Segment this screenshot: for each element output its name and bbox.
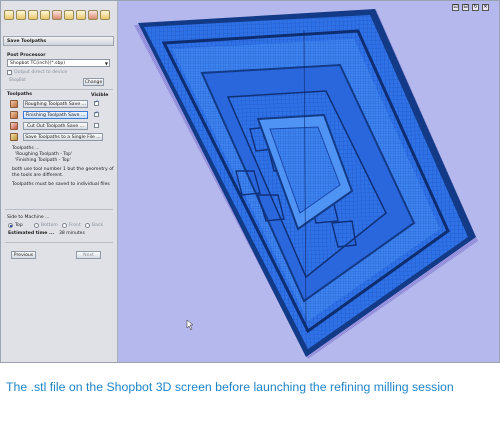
toolpath-panel: Save Toolpaths Post Processor Shopbot TC… — [1, 1, 118, 362]
divider — [5, 209, 113, 210]
side-front-label: Front — [69, 223, 81, 228]
3d-view[interactable]: ⊡ ⊟ ↻ ✕ — [118, 1, 499, 362]
finishing-visible-checkbox[interactable] — [94, 111, 99, 117]
note-line-3: 'Finishing Toolpath - Top' — [15, 158, 71, 163]
side-bottom-label: Bottom — [41, 223, 58, 228]
toolbar-drill-icon[interactable] — [76, 10, 86, 20]
note-line-2: 'Roughing Toolpath - Top' — [15, 152, 73, 157]
application-window: Save Toolpaths Post Processor Shopbot TC… — [0, 0, 500, 363]
toolbar-pocket-icon[interactable] — [52, 10, 62, 20]
side-to-machine-label: Side to Machine ... — [7, 215, 50, 220]
toolbar-layers-icon[interactable] — [28, 10, 38, 20]
side-back-label: Back — [92, 223, 104, 228]
roughing-toolpath-save-button[interactable]: Roughing Toolpath Save ... — [23, 100, 88, 108]
side-front-radio[interactable] — [62, 223, 67, 228]
previous-button[interactable]: Previous — [11, 251, 36, 259]
output-direct-checkbox[interactable] — [7, 70, 12, 75]
next-button[interactable]: Next — [76, 251, 101, 259]
save-all-icon — [10, 133, 18, 141]
view-close-icon[interactable]: ✕ — [482, 4, 489, 11]
toolpaths-heading: Toolpaths — [7, 92, 32, 97]
save-single-file-button[interactable]: Save Toolpaths to a Single File ... — [23, 133, 103, 141]
view-rotate-icon[interactable]: ↻ — [472, 4, 479, 11]
view-split-icon[interactable]: ⊟ — [462, 4, 469, 11]
toolbar-3d-icon[interactable] — [100, 10, 110, 20]
toolbar-preview-icon[interactable] — [16, 10, 26, 20]
post-processor-select[interactable]: Shopbot TC(inch)(*.sbp) ▼ — [7, 59, 110, 67]
toolbar-toolpath-icon[interactable] — [40, 10, 50, 20]
note-line-6: Toolpaths must be saved to individual fi… — [12, 182, 110, 187]
view-fit-icon[interactable]: ⊡ — [452, 4, 459, 11]
side-top-radio[interactable] — [8, 223, 13, 228]
note-line-4: both use tool number 1 but the geometry … — [12, 167, 114, 172]
note-line-1: Toolpaths ... — [12, 146, 40, 151]
roughing-toolpath-icon — [10, 100, 18, 108]
side-bottom-radio[interactable] — [34, 223, 39, 228]
stl-model-render — [134, 9, 478, 359]
finishing-toolpath-save-button[interactable]: Finishing Toolpath Save ... — [23, 111, 88, 119]
divider — [5, 242, 113, 243]
output-direct-label: Output direct to device — [14, 70, 68, 75]
toolbar-save-icon[interactable] — [4, 10, 14, 20]
visible-heading: Visible — [91, 93, 109, 98]
toolbar-profile-icon[interactable] — [64, 10, 74, 20]
roughing-visible-checkbox[interactable] — [94, 100, 99, 106]
finishing-toolpath-icon — [10, 111, 18, 119]
side-back-radio[interactable] — [85, 223, 90, 228]
cutout-toolpath-save-button[interactable]: Cut Out Toolpath Save ... — [23, 122, 88, 130]
chevron-down-icon: ▼ — [104, 61, 108, 66]
image-caption: The .stl file on the Shopbot 3D screen b… — [6, 380, 454, 394]
cutout-toolpath-icon — [10, 122, 18, 130]
cutout-visible-checkbox[interactable] — [94, 123, 99, 128]
panel-header: Save Toolpaths — [3, 36, 114, 46]
divider — [5, 89, 113, 90]
estimated-time-value: 38 minutes — [59, 231, 85, 236]
post-processor-heading: Post Processor — [7, 53, 46, 58]
machine-value: ShopBot — [9, 77, 26, 82]
note-line-5: the tools are different. — [12, 173, 64, 178]
side-top-label: Top — [15, 223, 23, 228]
change-button[interactable]: Change — [83, 78, 104, 86]
toolbar — [4, 10, 110, 20]
mouse-cursor-icon — [186, 319, 194, 331]
toolbar-vcarve-icon[interactable] — [88, 10, 98, 20]
post-processor-value: Shopbot TC(inch)(*.sbp) — [10, 61, 66, 66]
estimated-time-label: Estimated time ... — [8, 231, 55, 236]
